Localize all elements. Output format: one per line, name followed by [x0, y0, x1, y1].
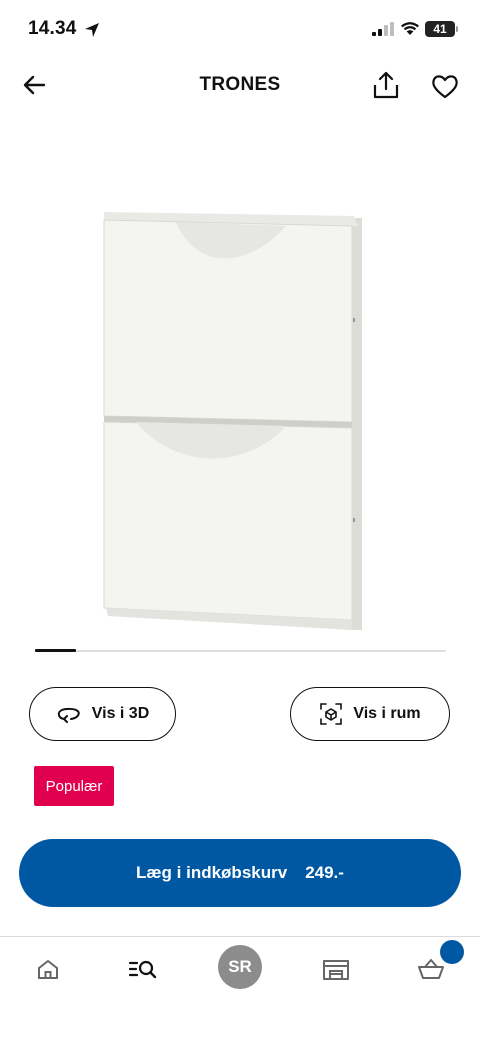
ar-cube-icon	[320, 703, 343, 725]
popular-badge: Populær	[34, 766, 114, 806]
bottom-navigation: SR	[0, 936, 480, 1039]
home-icon	[38, 960, 58, 979]
location-arrow-icon	[85, 23, 99, 37]
status-time: 14.34	[28, 18, 77, 39]
signal-icon	[372, 22, 394, 36]
nav-store[interactable]	[316, 951, 356, 987]
store-icon	[323, 960, 349, 980]
battery-icon: 41	[425, 21, 455, 37]
battery-tip	[456, 26, 458, 32]
gallery-progress-indicator	[35, 649, 77, 652]
view-3d-button[interactable]: Vis i 3D	[29, 687, 176, 741]
basket-icon	[418, 959, 444, 979]
add-to-cart-label: Læg i indkøbskurv	[136, 863, 288, 882]
heart-icon	[432, 75, 458, 99]
gallery-progress-track	[35, 649, 446, 652]
share-icon	[373, 71, 399, 99]
nav-search[interactable]	[123, 951, 163, 987]
product-image[interactable]	[96, 200, 366, 640]
share-button[interactable]	[370, 70, 402, 100]
page-title: TRONES	[199, 74, 281, 95]
battery-level: 41	[433, 22, 447, 36]
search-list-icon	[128, 960, 157, 979]
view-in-room-button[interactable]: Vis i rum	[290, 687, 450, 741]
status-bar: 14.34 41	[0, 0, 480, 60]
product-price: 249.-	[305, 863, 344, 882]
profile-avatar[interactable]: SR	[218, 945, 262, 989]
view-3d-label: Vis i 3D	[91, 705, 150, 722]
shoe-cabinet-illustration	[103, 212, 362, 630]
top-app-bar: TRONES	[0, 60, 480, 110]
view-in-room-label: Vis i rum	[353, 705, 421, 722]
nav-home[interactable]	[28, 951, 68, 987]
favorite-button[interactable]	[430, 72, 460, 100]
wifi-icon	[401, 22, 419, 35]
basket-indicator-dot	[440, 940, 464, 964]
back-arrow-icon	[23, 75, 46, 95]
rotate-3d-icon	[57, 707, 80, 723]
add-to-cart-button[interactable]: Læg i indkøbskurv 249.-	[19, 839, 461, 907]
back-button[interactable]	[20, 72, 50, 98]
